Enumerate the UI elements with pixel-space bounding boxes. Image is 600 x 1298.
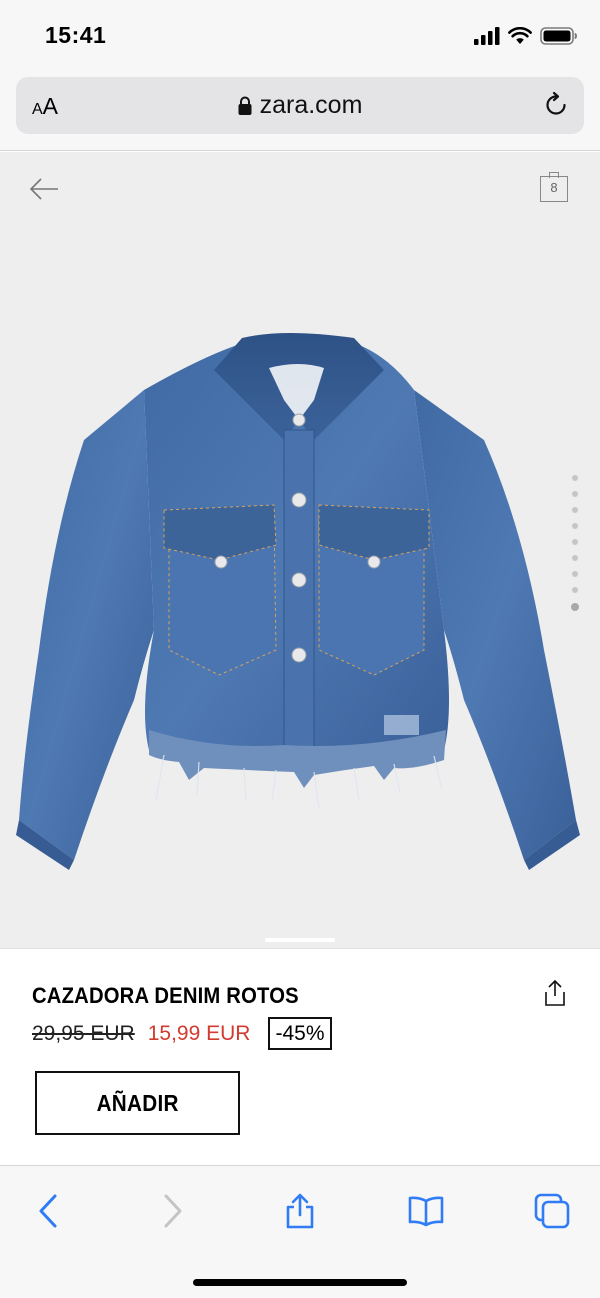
status-bar: 15:41 [0, 0, 600, 72]
status-time: 15:41 [45, 22, 107, 48]
wifi-icon [508, 27, 532, 44]
browser-share-button[interactable] [280, 1191, 320, 1231]
price-row: 29,95 EUR 15,99 EUR -45% [32, 1017, 332, 1050]
add-to-cart-label: AÑADIR [96, 1089, 179, 1116]
add-to-cart-button[interactable]: AÑADIR [35, 1071, 240, 1135]
back-arrow-icon [29, 178, 58, 200]
address-bar[interactable]: AA zara.com [16, 77, 584, 134]
product-image-area[interactable]: 8 [0, 152, 600, 948]
pagination-dot[interactable] [572, 587, 578, 593]
url-display[interactable]: zara.com [16, 91, 584, 120]
browser-bookmarks-button[interactable] [406, 1191, 446, 1231]
home-indicator[interactable] [193, 1279, 407, 1286]
sale-price: 15,99 EUR [147, 1021, 251, 1045]
old-price: 29,95 EUR [32, 1021, 135, 1045]
shopping-bag-button[interactable]: 8 [540, 172, 570, 202]
back-chevron-icon [39, 1194, 57, 1228]
reload-button[interactable] [542, 91, 570, 124]
product-info-panel: CAZADORA DENIM ROTOS 29,95 EUR 15,99 EUR… [0, 948, 600, 1165]
pagination-dot-active[interactable] [571, 603, 579, 611]
reload-icon [546, 91, 566, 115]
pagination-dot[interactable] [572, 555, 578, 561]
url-text: zara.com [259, 91, 363, 119]
pagination-dot[interactable] [572, 571, 578, 577]
share-icon [545, 979, 565, 1006]
product-name: CAZADORA DENIM ROTOS [32, 983, 299, 1008]
discount-badge: -45% [268, 1017, 332, 1050]
pagination-dot[interactable] [572, 539, 578, 545]
tabs-icon [534, 1193, 570, 1229]
status-icons [474, 24, 578, 48]
pagination-dot[interactable] [572, 523, 578, 529]
product-image[interactable] [14, 330, 584, 870]
browser-top-bar: AA zara.com [0, 72, 600, 151]
bookmarks-icon [408, 1196, 444, 1227]
bag-count: 8 [550, 180, 558, 195]
battery-icon [540, 27, 577, 45]
pagination-dot[interactable] [572, 507, 578, 513]
lock-icon [238, 96, 252, 115]
image-pagination[interactable] [571, 475, 579, 611]
forward-chevron-icon [164, 1194, 182, 1228]
browser-back-button[interactable] [28, 1191, 68, 1231]
browser-forward-button[interactable] [153, 1191, 193, 1231]
signal-icon [474, 27, 500, 45]
share-icon [286, 1193, 314, 1229]
pagination-dot[interactable] [572, 475, 578, 481]
pagination-dot[interactable] [572, 491, 578, 497]
product-share-button[interactable] [542, 979, 568, 1012]
back-button[interactable] [28, 176, 60, 207]
browser-tabs-button[interactable] [532, 1191, 572, 1231]
browser-toolbar [0, 1165, 600, 1298]
sheet-drag-handle[interactable] [265, 938, 335, 942]
